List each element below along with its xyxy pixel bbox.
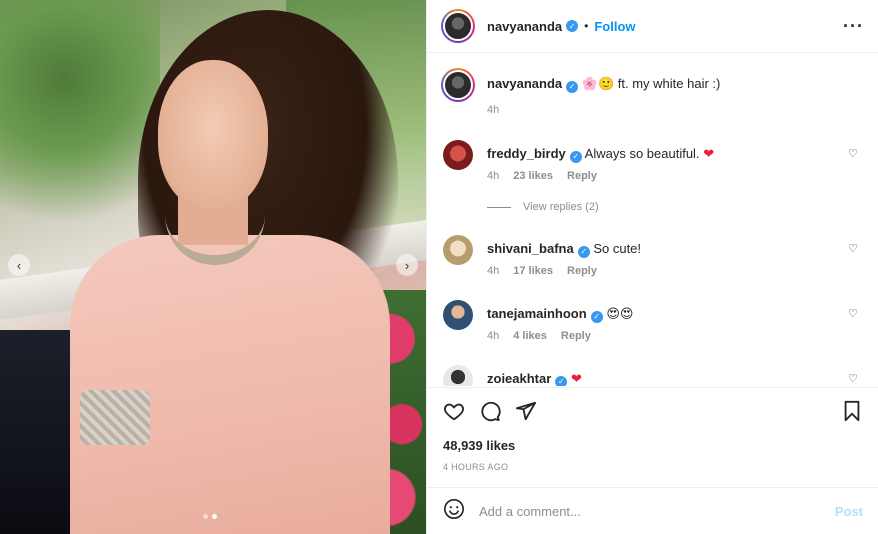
- carousel-dot: [203, 514, 208, 519]
- comment-emoji: ❤: [703, 146, 715, 161]
- view-replies-button[interactable]: View replies (2): [487, 201, 599, 213]
- view-replies-label: View replies (2): [523, 201, 599, 213]
- reply-button[interactable]: Reply: [567, 265, 597, 277]
- likes-count[interactable]: 48,939 likes: [443, 438, 515, 453]
- author-username[interactable]: navyananda: [487, 19, 562, 34]
- comment-meta: 4h 17 likes Reply: [487, 265, 597, 277]
- comment-time: 4h: [487, 265, 500, 277]
- comment-emoji: ❤: [570, 371, 582, 386]
- caption-meta: 4h: [487, 104, 499, 116]
- post-photo[interactable]: ‹ ›: [0, 0, 426, 534]
- comment-likes[interactable]: 4 likes: [513, 330, 547, 342]
- comment-meta: 4h 4 likes Reply: [487, 330, 591, 342]
- follow-button[interactable]: Follow: [594, 19, 635, 34]
- caption-item: navyananda ✓ 🌸🙂 ft. my white hair :) 4h: [441, 68, 863, 120]
- more-icon[interactable]: ···: [843, 16, 864, 37]
- comment-item: zoieakhtar ✓ ❤ ♡: [443, 365, 863, 386]
- carousel-dot-active: [212, 514, 217, 519]
- comment-input[interactable]: [479, 503, 835, 519]
- reply-button[interactable]: Reply: [567, 170, 597, 182]
- like-comment-heart-icon[interactable]: ♡: [848, 374, 859, 385]
- comment-composer: Post: [427, 487, 878, 534]
- verified-icon: ✓: [590, 311, 603, 323]
- comment-username[interactable]: zoieakhtar: [487, 371, 551, 386]
- comment-item: shivani_bafna ✓ So cute! ♡ 4h 17 likes Re…: [443, 235, 863, 285]
- comment-emoji: 😍😍: [606, 306, 634, 321]
- comment-avatar[interactable]: [443, 140, 473, 170]
- comment-likes[interactable]: 17 likes: [513, 265, 553, 277]
- caption-avatar[interactable]: [441, 68, 475, 102]
- photo-foliage-left: [0, 0, 160, 260]
- like-comment-heart-icon[interactable]: ♡: [848, 149, 859, 160]
- caption-body: navyananda ✓ 🌸🙂 ft. my white hair :): [487, 76, 833, 93]
- verified-icon: ✓: [577, 246, 590, 258]
- verified-icon: ✓: [566, 81, 579, 93]
- verified-icon: ✓: [569, 151, 582, 163]
- comment-body: shivani_bafna ✓ So cute!: [487, 241, 833, 258]
- comments-list: navyananda ✓ 🌸🙂 ft. my white hair :) 4h f…: [427, 54, 878, 386]
- post-button[interactable]: Post: [835, 504, 863, 519]
- like-comment-heart-icon[interactable]: ♡: [848, 244, 859, 255]
- author-avatar[interactable]: [441, 9, 475, 43]
- comment-icon[interactable]: [479, 400, 501, 422]
- comment-text: So cute!: [593, 241, 642, 256]
- caption-time: 4h: [487, 104, 500, 116]
- heart-icon[interactable]: [443, 400, 465, 422]
- replies-line: [487, 206, 511, 208]
- separator-dot: •: [584, 19, 589, 33]
- comment-avatar[interactable]: [443, 365, 473, 386]
- post-side-panel: navyananda ✓ • Follow ··· navyananda ✓ 🌸🙂…: [426, 0, 878, 534]
- comment-username[interactable]: tanejamainhoon: [487, 306, 587, 321]
- comment-meta: 4h 23 likes Reply: [487, 170, 597, 182]
- comment-body: zoieakhtar ✓ ❤: [487, 371, 833, 386]
- photo-face: [158, 60, 268, 210]
- reply-button[interactable]: Reply: [561, 330, 591, 342]
- comment-username[interactable]: shivani_bafna: [487, 241, 574, 256]
- caption-emojis: 🌸🙂: [581, 76, 615, 91]
- comment-avatar[interactable]: [443, 235, 473, 265]
- comment-body: tanejamainhoon ✓ 😍😍: [487, 306, 833, 323]
- bookmark-icon[interactable]: [841, 400, 863, 422]
- comment-text: Always so beautiful.: [584, 146, 700, 161]
- caption-text: ft. my white hair :): [617, 76, 721, 91]
- chevron-left-icon[interactable]: ‹: [8, 254, 30, 276]
- chevron-right-icon[interactable]: ›: [396, 254, 418, 276]
- comment-item: tanejamainhoon ✓ 😍😍 ♡ 4h 4 likes Reply: [443, 300, 863, 350]
- post-timestamp: 4 HOURS AGO: [443, 462, 509, 472]
- share-icon[interactable]: [515, 400, 537, 422]
- emoji-icon[interactable]: [443, 498, 465, 525]
- carousel-dots: [203, 514, 217, 519]
- comment-body: freddy_birdy ✓ Always so beautiful. ❤: [487, 146, 833, 163]
- comment-item: freddy_birdy ✓ Always so beautiful. ❤ ♡ 4…: [443, 140, 863, 190]
- like-comment-heart-icon[interactable]: ♡: [848, 309, 859, 320]
- verified-icon: ✓: [566, 20, 579, 32]
- comment-likes[interactable]: 23 likes: [513, 170, 553, 182]
- caption-username[interactable]: navyananda: [487, 76, 562, 91]
- comment-username[interactable]: freddy_birdy: [487, 146, 566, 161]
- photo-sleeve-trim: [80, 390, 150, 445]
- action-bar: 48,939 likes 4 HOURS AGO: [427, 387, 878, 487]
- comment-avatar[interactable]: [443, 300, 473, 330]
- comment-time: 4h: [487, 170, 500, 182]
- post-header: navyananda ✓ • Follow ···: [427, 0, 878, 53]
- verified-icon: ✓: [555, 376, 568, 386]
- comment-time: 4h: [487, 330, 500, 342]
- photo-saree: [70, 235, 390, 534]
